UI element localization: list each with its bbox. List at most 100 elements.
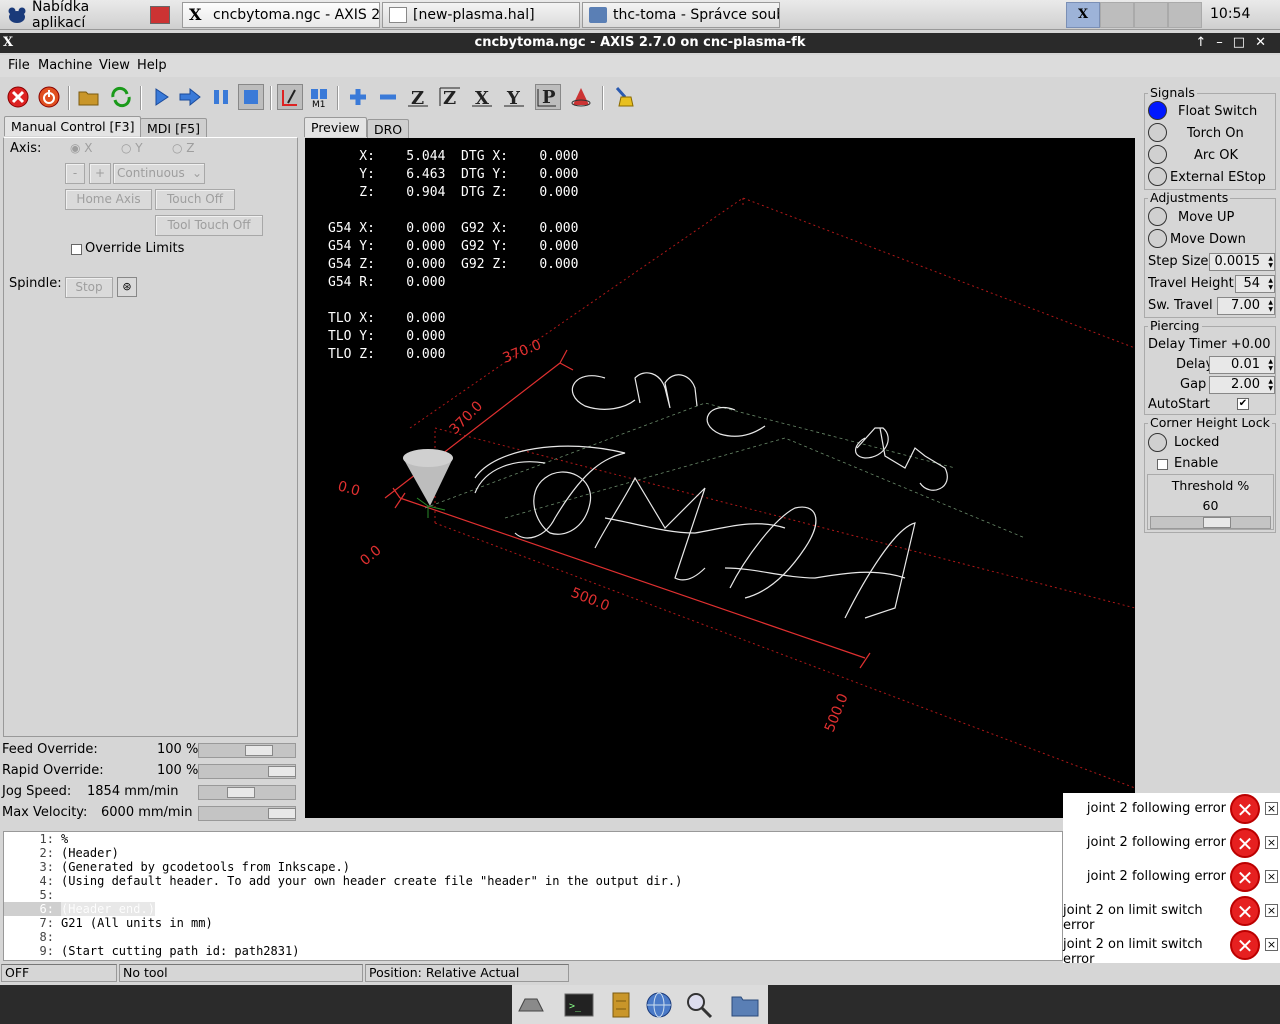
open-file-icon[interactable] xyxy=(76,84,102,110)
window-title: cncbytoma.ngc - AXIS 2.7.0 on cnc-plasma… xyxy=(474,35,806,50)
jog-minus-button[interactable]: - xyxy=(65,163,85,184)
workspace-1[interactable]: X xyxy=(1066,2,1100,28)
axis-radio-z[interactable]: ○ Z xyxy=(172,141,195,155)
error-text: joint 2 following error xyxy=(1086,801,1226,816)
view-y-icon[interactable]: Y xyxy=(501,84,527,110)
axis-radio-x[interactable]: ◉ X xyxy=(70,141,93,155)
touch-off-button[interactable]: Touch Off xyxy=(155,189,235,210)
autostart-checkbox[interactable]: ✔ xyxy=(1237,398,1249,410)
jog-mode-select[interactable]: Continuous ⌄ xyxy=(113,163,205,184)
line-number: 2: xyxy=(39,846,54,860)
search-icon[interactable] xyxy=(684,991,714,1019)
show-desktop-icon[interactable] xyxy=(516,991,546,1019)
brake-icon[interactable]: ⊛ xyxy=(117,277,137,297)
menu-file[interactable]: File xyxy=(8,58,30,73)
dismiss-icon[interactable]: × xyxy=(1265,938,1278,951)
estop-icon[interactable] xyxy=(5,84,31,110)
home-axis-button[interactable]: Home Axis xyxy=(65,189,152,210)
sw-travel-spinbox[interactable]: 7.00 xyxy=(1217,297,1275,315)
web-browser-icon[interactable] xyxy=(644,991,674,1019)
pause-icon[interactable] xyxy=(208,84,234,110)
move-up-icon[interactable]: ↑ xyxy=(1195,35,1216,50)
zoom-in-icon[interactable] xyxy=(345,84,371,110)
feed-override-slider[interactable] xyxy=(198,743,296,758)
override-limits-checkbox[interactable] xyxy=(71,244,82,255)
axis-radio-y[interactable]: ○ Y xyxy=(121,141,143,155)
signals-title: Signals xyxy=(1148,85,1197,100)
app-menu-button[interactable]: Nabídka aplikací xyxy=(2,0,144,31)
tool-touch-off-button[interactable]: Tool Touch Off xyxy=(155,215,263,236)
delay-spinbox[interactable]: 0.01 xyxy=(1209,356,1275,374)
gcode-line[interactable]: 2: (Header) xyxy=(4,846,1062,860)
gcode-line[interactable]: 4: (Using default header. To add your own… xyxy=(4,874,1062,888)
gcode-listing[interactable]: 1:% 2: (Header) 3: (Generated by gcodetools … xyxy=(3,831,1063,961)
gcode-line[interactable]: 8: xyxy=(4,930,1062,944)
gcode-line[interactable]: 3: (Generated by gcodetools from Inkscape… xyxy=(4,860,1062,874)
tab-manual-control[interactable]: Manual Control [F3] xyxy=(4,116,142,136)
workspace-switcher[interactable]: X xyxy=(1066,2,1207,28)
task-file-manager[interactable]: thc-toma - Správce soub... xyxy=(582,2,780,28)
dismiss-icon[interactable]: × xyxy=(1265,802,1278,815)
terminal-icon[interactable]: >_ xyxy=(564,991,594,1019)
menu-machine[interactable]: Machine xyxy=(38,58,92,73)
threshold-slider-thumb[interactable] xyxy=(1203,517,1231,528)
rapid-override-slider[interactable] xyxy=(198,764,296,779)
move-down-label: Move Down xyxy=(1170,232,1246,247)
run-icon[interactable] xyxy=(148,84,174,110)
spindle-stop-button[interactable]: Stop xyxy=(65,277,113,298)
file-cabinet-icon[interactable] xyxy=(606,991,636,1019)
gcode-line[interactable]: 5: xyxy=(4,888,1062,902)
jog-plus-button[interactable]: + xyxy=(89,163,111,184)
slider-thumb[interactable] xyxy=(268,808,296,819)
view-perspective-icon[interactable]: P xyxy=(535,84,561,110)
minimize-icon[interactable]: – xyxy=(1216,35,1233,50)
dismiss-icon[interactable]: × xyxy=(1265,904,1278,917)
zoom-out-icon[interactable] xyxy=(375,84,401,110)
logout-icon[interactable] xyxy=(150,6,170,24)
max-velocity-slider[interactable] xyxy=(198,806,296,821)
folder-icon[interactable] xyxy=(730,991,760,1019)
view-z-icon[interactable]: Z xyxy=(405,84,431,110)
close-icon[interactable]: ✕ xyxy=(1255,35,1276,50)
workspace-2[interactable] xyxy=(1100,2,1134,28)
workspace-4[interactable] xyxy=(1168,2,1202,28)
reload-icon[interactable] xyxy=(108,84,134,110)
optional-stop-icon[interactable]: M1 xyxy=(306,84,332,110)
travel-height-spinbox[interactable]: 54 xyxy=(1235,275,1275,293)
step-icon[interactable] xyxy=(178,84,204,110)
clear-plot-icon[interactable] xyxy=(610,84,636,110)
slider-thumb[interactable] xyxy=(227,787,255,798)
tab-preview[interactable]: Preview xyxy=(304,117,367,137)
task-axis[interactable]: X cncbytoma.ngc - AXIS 2.... xyxy=(182,2,380,28)
block-delete-icon[interactable] xyxy=(277,84,303,110)
move-down-led[interactable] xyxy=(1148,229,1167,248)
dismiss-icon[interactable]: × xyxy=(1265,870,1278,883)
view-x-icon[interactable]: X xyxy=(469,84,495,110)
tab-mdi[interactable]: MDI [F5] xyxy=(140,118,207,138)
power-icon[interactable] xyxy=(36,84,62,110)
maximize-icon[interactable]: □ xyxy=(1233,35,1255,50)
menu-view[interactable]: View xyxy=(99,58,130,73)
workspace-3[interactable] xyxy=(1134,2,1168,28)
view-z2-icon[interactable]: Z xyxy=(437,84,463,110)
gcode-line[interactable]: 7: G21 (All units in mm) xyxy=(4,916,1062,930)
tab-dro[interactable]: DRO xyxy=(367,119,410,139)
jog-speed-slider[interactable] xyxy=(198,785,296,800)
gcode-line[interactable]: 1:% xyxy=(4,832,1062,846)
enable-checkbox[interactable] xyxy=(1157,459,1168,470)
stop-icon[interactable] xyxy=(238,84,264,110)
gcode-line[interactable]: 6: (Header end.) xyxy=(4,902,155,916)
line-text: % xyxy=(61,832,69,846)
dismiss-icon[interactable]: × xyxy=(1265,836,1278,849)
rotate-view-icon[interactable] xyxy=(568,84,594,110)
step-size-spinbox[interactable]: 0.0015 xyxy=(1209,253,1275,271)
move-up-led[interactable] xyxy=(1148,207,1167,226)
gap-spinbox[interactable]: 2.00 xyxy=(1209,376,1275,394)
slider-thumb[interactable] xyxy=(245,745,273,756)
toolpath-preview[interactable]: 370.0 370.0 0.0 0.0 500.0 500.0 X: 5.044… xyxy=(305,138,1135,818)
menu-help[interactable]: Help xyxy=(137,58,167,73)
threshold-slider[interactable] xyxy=(1150,516,1271,529)
task-hal[interactable]: [new-plasma.hal] xyxy=(382,2,580,28)
gcode-line[interactable]: 9: (Start cutting path id: path2831) xyxy=(4,944,1062,958)
slider-thumb[interactable] xyxy=(268,766,296,777)
